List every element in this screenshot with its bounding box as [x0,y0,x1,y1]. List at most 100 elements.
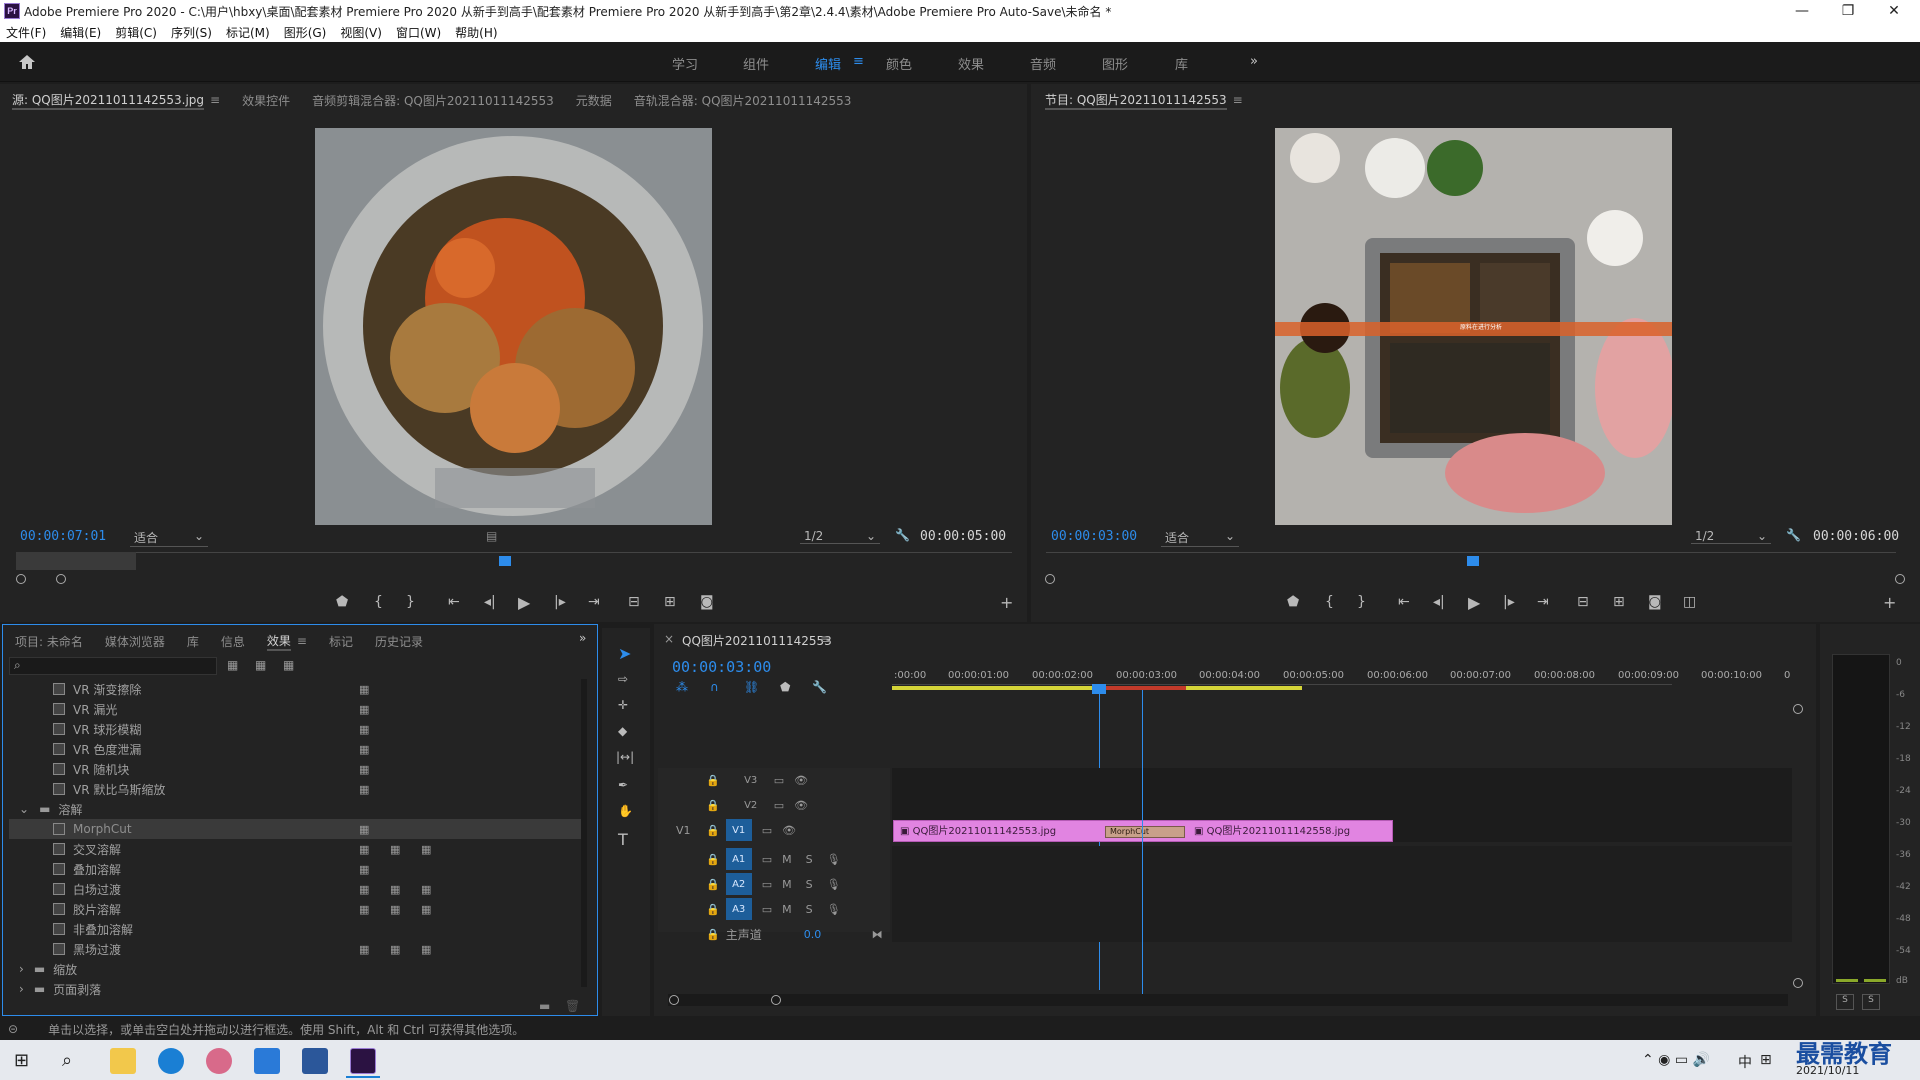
lock-icon[interactable]: 🔒 [706,878,720,891]
type-tool-icon[interactable]: T [618,830,628,849]
menu-marker[interactable]: 标记(M) [226,24,270,41]
program-playhead[interactable] [1467,556,1479,566]
mark-out-icon[interactable]: } [1357,594,1366,610]
solo-button[interactable]: S [806,878,813,891]
solo-right-button[interactable]: S [1862,994,1880,1010]
mute-button[interactable]: M [782,853,792,866]
source-resolution-dropdown[interactable]: 1/2 ⌄ [800,529,880,544]
tab-project[interactable]: 项目: 未命名 [15,633,83,650]
close-window-button[interactable]: ✕ [1872,0,1916,22]
effects-list-item[interactable]: 白场过渡 ▦ ▦ ▦ [9,879,584,899]
source-patch-v1[interactable]: V1 [676,824,706,837]
add-marker-icon[interactable]: ⬟ [1287,594,1299,610]
effects-list-item[interactable]: › ▬ 缩放 [9,959,584,979]
snap-icon[interactable]: ∩ [710,680,719,694]
effects-menu-icon[interactable]: ≡ [297,634,307,648]
mark-in-icon[interactable]: { [374,594,383,610]
ime-indicator[interactable]: 中 [1738,1052,1752,1072]
workspace-libraries[interactable]: 库 [1175,54,1188,73]
effects-list-item[interactable]: VR 漏光 ▦ [9,699,584,719]
source-time-ruler[interactable] [16,552,1012,553]
more-tabs-icon[interactable]: » [579,631,586,645]
microphone-icon[interactable]: 🎙 [827,878,841,891]
zoom-handle-left[interactable] [1045,574,1055,584]
effects-list-item[interactable]: 叠加溶解 ▦ [9,859,584,879]
lock-icon[interactable]: 🔒 [706,774,720,787]
close-sequence-icon[interactable]: × [664,632,674,646]
comparison-view-icon[interactable]: ◫ [1683,594,1696,610]
source-panel-menu-icon[interactable]: ≡ [210,93,220,107]
mark-out-icon[interactable]: } [406,594,415,610]
new-folder-icon[interactable]: ▬ [539,999,550,1013]
camera-icon[interactable]: ◙ [700,594,714,610]
lock-icon[interactable]: 🔒 [706,853,720,866]
mark-in-icon[interactable]: { [1325,594,1334,610]
sync-lock-icon[interactable]: ▭ [774,774,784,787]
go-to-in-icon[interactable]: ⇤ [1398,594,1410,610]
zoom-handle-right[interactable] [1895,574,1905,584]
razor-tool-icon[interactable]: ◆ [618,724,627,738]
wrench-icon[interactable]: 🔧 [895,528,910,542]
time-ruler[interactable] [892,684,1672,685]
effects-list-item[interactable]: VR 球形模糊 ▦ [9,719,584,739]
play-icon[interactable]: ▶ [518,593,530,612]
clip-2[interactable]: ▣ QQ图片20211011142558.jpg [1194,822,1350,837]
tab-program[interactable]: 节目: QQ图片20211011142553 [1045,91,1227,110]
workspace-learn[interactable]: 学习 [672,54,698,73]
source-playhead[interactable] [499,556,511,566]
source-playhead-timecode[interactable]: 00:00:07:01 [20,529,106,544]
microphone-icon[interactable]: 🎙 [827,903,841,916]
workspace-effects[interactable]: 效果 [958,54,984,73]
menu-window[interactable]: 窗口(W) [396,24,441,41]
program-panel-menu-icon[interactable]: ≡ [1233,93,1243,107]
tablet-app-icon[interactable] [254,1048,280,1074]
search-icon[interactable]: ⌕ [62,1050,72,1071]
add-marker-icon[interactable]: ⬟ [780,680,790,694]
effects-list-item[interactable]: 非叠加溶解 [9,919,584,939]
solo-button[interactable]: S [806,853,813,866]
menu-view[interactable]: 视图(V) [340,24,382,41]
menu-file[interactable]: 文件(F) [6,24,46,41]
step-back-icon[interactable]: ◂| [1433,594,1445,610]
add-button-icon[interactable]: + [1000,593,1013,612]
sync-lock-icon[interactable]: ▭ [774,799,784,812]
insert-icon[interactable]: ⊟ [628,594,640,610]
nest-toggle-icon[interactable]: ⁂ [676,680,688,694]
clip-1[interactable]: ▣ QQ图片20211011142553.jpg [900,822,1056,837]
menu-clip[interactable]: 剪辑(C) [115,24,157,41]
workspace-color[interactable]: 颜色 [886,54,912,73]
lock-icon[interactable]: 🔒 [706,799,720,812]
step-forward-icon[interactable]: |▸ [1503,594,1515,610]
tab-audio-track-mixer[interactable]: 音轨混合器: QQ图片20211011142553 [634,92,852,109]
edge-browser-icon[interactable] [158,1048,184,1074]
track-label-a2[interactable]: A2 [725,873,752,895]
timeline-settings-icon[interactable]: 🔧 [812,680,827,694]
tab-markers[interactable]: 标记 [329,633,353,650]
snipping-tool-icon[interactable] [206,1048,232,1074]
effects-list-item[interactable]: 胶片溶解 ▦ ▦ ▦ [9,899,584,919]
windows-start-icon[interactable]: ⊞ [14,1050,29,1071]
workspace-editing[interactable]: 编辑 [815,54,841,73]
track-label-a1[interactable]: A1 [725,848,752,870]
track-label-a3[interactable]: A3 [725,898,752,920]
yuv-filter-icon[interactable]: ▦ [283,658,294,672]
effects-list-item[interactable]: MorphCut ▦ [9,819,584,839]
solo-button[interactable]: S [806,903,813,916]
workspace-more-icon[interactable]: » [1250,54,1258,69]
extract-icon[interactable]: ⊞ [1613,594,1625,610]
workspace-assembly[interactable]: 组件 [743,54,769,73]
sync-lock-icon[interactable]: ▭ [762,824,772,837]
effects-list-item[interactable]: VR 随机块 ▦ [9,759,584,779]
step-forward-icon[interactable]: |▸ [554,594,566,610]
go-to-out-icon[interactable]: ⇥ [1537,594,1549,610]
tab-effects[interactable]: 效果 [266,632,291,651]
eye-icon[interactable]: 👁 [782,824,796,837]
scroll-handle-right[interactable] [771,995,781,1005]
sync-lock-icon[interactable]: ▭ [762,878,772,891]
chevron-right-icon[interactable]: › [19,962,24,976]
slip-tool-icon[interactable]: |↔| [616,750,634,764]
menu-help[interactable]: 帮助(H) [455,24,497,41]
eye-icon[interactable]: 👁 [794,799,808,812]
track-label-v1[interactable]: V1 [725,819,752,841]
tab-audio-clip-mixer[interactable]: 音频剪辑混合器: QQ图片20211011142553 [312,92,554,109]
